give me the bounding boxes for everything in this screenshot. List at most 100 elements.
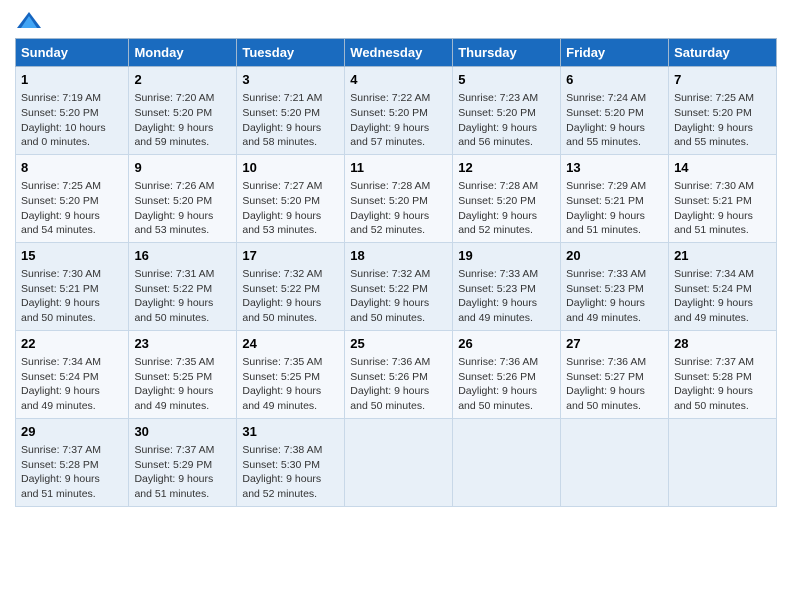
day-cell: 28 Sunrise: 7:37 AM Sunset: 5:28 PM Dayli… [669,330,777,418]
day-cell [453,418,561,506]
day-cell: 30 Sunrise: 7:37 AM Sunset: 5:29 PM Dayli… [129,418,237,506]
day-cell: 18 Sunrise: 7:32 AM Sunset: 5:22 PM Dayli… [345,242,453,330]
day-cell: 10 Sunrise: 7:27 AM Sunset: 5:20 PM Dayli… [237,154,345,242]
day-info: Sunrise: 7:26 AM Sunset: 5:20 PM Dayligh… [134,179,231,238]
day-cell: 7 Sunrise: 7:25 AM Sunset: 5:20 PM Daylig… [669,67,777,155]
day-cell: 20 Sunrise: 7:33 AM Sunset: 5:23 PM Dayli… [561,242,669,330]
header [15,10,777,32]
day-info: Sunrise: 7:25 AM Sunset: 5:20 PM Dayligh… [674,91,771,150]
day-cell: 27Sunrise: 7:36 AM Sunset: 5:27 PM Dayli… [561,330,669,418]
day-info: Sunrise: 7:38 AM Sunset: 5:30 PM Dayligh… [242,443,339,502]
day-number: 20 [566,247,663,265]
header-saturday: Saturday [669,39,777,67]
day-cell: 26 Sunrise: 7:36 AM Sunset: 5:26 PM Dayli… [453,330,561,418]
day-number: 7 [674,71,771,89]
day-cell: 13 Sunrise: 7:29 AM Sunset: 5:21 PM Dayli… [561,154,669,242]
day-number: 10 [242,159,339,177]
header-friday: Friday [561,39,669,67]
day-cell: 24 Sunrise: 7:35 AM Sunset: 5:25 PM Dayli… [237,330,345,418]
day-info: Sunrise: 7:33 AM Sunset: 5:23 PM Dayligh… [566,267,663,326]
day-number: 11 [350,159,447,177]
day-info: Sunrise: 7:36 AM Sunset: 5:26 PM Dayligh… [458,355,555,414]
day-cell [669,418,777,506]
day-cell: 14 Sunrise: 7:30 AM Sunset: 5:21 PM Dayli… [669,154,777,242]
week-row-5: 29Sunrise: 7:37 AM Sunset: 5:28 PM Dayli… [16,418,777,506]
logo [15,10,47,32]
day-number: 5 [458,71,555,89]
day-info: Sunrise: 7:28 AM Sunset: 5:20 PM Dayligh… [458,179,555,238]
day-info: Sunrise: 7:22 AM Sunset: 5:20 PM Dayligh… [350,91,447,150]
day-info: Sunrise: 7:37 AM Sunset: 5:29 PM Dayligh… [134,443,231,502]
header-thursday: Thursday [453,39,561,67]
day-info: Sunrise: 7:32 AM Sunset: 5:22 PM Dayligh… [242,267,339,326]
day-info: Sunrise: 7:32 AM Sunset: 5:22 PM Dayligh… [350,267,447,326]
day-cell: 6Sunrise: 7:24 AM Sunset: 5:20 PM Daylig… [561,67,669,155]
day-cell: 21Sunrise: 7:34 AM Sunset: 5:24 PM Dayli… [669,242,777,330]
day-number: 25 [350,335,447,353]
day-cell [561,418,669,506]
day-cell [345,418,453,506]
calendar-table: SundayMondayTuesdayWednesdayThursdayFrid… [15,38,777,507]
day-info: Sunrise: 7:19 AM Sunset: 5:20 PM Dayligh… [21,91,123,150]
day-info: Sunrise: 7:31 AM Sunset: 5:22 PM Dayligh… [134,267,231,326]
day-number: 8 [21,159,123,177]
day-number: 21 [674,247,771,265]
day-cell: 12 Sunrise: 7:28 AM Sunset: 5:20 PM Dayli… [453,154,561,242]
day-number: 22 [21,335,123,353]
day-cell: 15Sunrise: 7:30 AM Sunset: 5:21 PM Dayli… [16,242,129,330]
day-cell: 23 Sunrise: 7:35 AM Sunset: 5:25 PM Dayli… [129,330,237,418]
header-monday: Monday [129,39,237,67]
day-info: Sunrise: 7:30 AM Sunset: 5:21 PM Dayligh… [674,179,771,238]
day-cell: 31 Sunrise: 7:38 AM Sunset: 5:30 PM Dayli… [237,418,345,506]
day-cell: 3 Sunrise: 7:21 AM Sunset: 5:20 PM Daylig… [237,67,345,155]
day-number: 28 [674,335,771,353]
day-info: Sunrise: 7:24 AM Sunset: 5:20 PM Dayligh… [566,91,663,150]
day-info: Sunrise: 7:20 AM Sunset: 5:20 PM Dayligh… [134,91,231,150]
header-wednesday: Wednesday [345,39,453,67]
day-info: Sunrise: 7:35 AM Sunset: 5:25 PM Dayligh… [242,355,339,414]
day-info: Sunrise: 7:35 AM Sunset: 5:25 PM Dayligh… [134,355,231,414]
day-number: 1 [21,71,123,89]
day-number: 14 [674,159,771,177]
day-number: 30 [134,423,231,441]
day-info: Sunrise: 7:36 AM Sunset: 5:26 PM Dayligh… [350,355,447,414]
week-row-2: 8 Sunrise: 7:25 AM Sunset: 5:20 PM Daylig… [16,154,777,242]
day-number: 19 [458,247,555,265]
page-container: SundayMondayTuesdayWednesdayThursdayFrid… [0,0,792,517]
week-row-4: 22Sunrise: 7:34 AM Sunset: 5:24 PM Dayli… [16,330,777,418]
header-tuesday: Tuesday [237,39,345,67]
day-number: 17 [242,247,339,265]
day-cell: 11Sunrise: 7:28 AM Sunset: 5:20 PM Dayli… [345,154,453,242]
day-info: Sunrise: 7:27 AM Sunset: 5:20 PM Dayligh… [242,179,339,238]
day-number: 31 [242,423,339,441]
day-number: 18 [350,247,447,265]
day-cell: 4 Sunrise: 7:22 AM Sunset: 5:20 PM Daylig… [345,67,453,155]
day-number: 23 [134,335,231,353]
day-info: Sunrise: 7:37 AM Sunset: 5:28 PM Dayligh… [674,355,771,414]
day-number: 15 [21,247,123,265]
day-info: Sunrise: 7:21 AM Sunset: 5:20 PM Dayligh… [242,91,339,150]
day-info: Sunrise: 7:25 AM Sunset: 5:20 PM Dayligh… [21,179,123,238]
week-row-1: 1 Sunrise: 7:19 AM Sunset: 5:20 PM Daylig… [16,67,777,155]
day-info: Sunrise: 7:33 AM Sunset: 5:23 PM Dayligh… [458,267,555,326]
header-sunday: Sunday [16,39,129,67]
day-cell: 22Sunrise: 7:34 AM Sunset: 5:24 PM Dayli… [16,330,129,418]
day-info: Sunrise: 7:23 AM Sunset: 5:20 PM Dayligh… [458,91,555,150]
day-cell: 1 Sunrise: 7:19 AM Sunset: 5:20 PM Daylig… [16,67,129,155]
logo-icon [15,10,43,32]
day-cell: 29Sunrise: 7:37 AM Sunset: 5:28 PM Dayli… [16,418,129,506]
day-cell: 17 Sunrise: 7:32 AM Sunset: 5:22 PM Dayli… [237,242,345,330]
header-row: SundayMondayTuesdayWednesdayThursdayFrid… [16,39,777,67]
day-cell: 2Sunrise: 7:20 AM Sunset: 5:20 PM Daylig… [129,67,237,155]
day-cell: 25 Sunrise: 7:36 AM Sunset: 5:26 PM Dayli… [345,330,453,418]
day-info: Sunrise: 7:29 AM Sunset: 5:21 PM Dayligh… [566,179,663,238]
day-number: 26 [458,335,555,353]
day-number: 3 [242,71,339,89]
day-number: 4 [350,71,447,89]
day-cell: 8 Sunrise: 7:25 AM Sunset: 5:20 PM Daylig… [16,154,129,242]
day-number: 24 [242,335,339,353]
day-number: 13 [566,159,663,177]
day-number: 9 [134,159,231,177]
day-number: 12 [458,159,555,177]
day-cell: 16Sunrise: 7:31 AM Sunset: 5:22 PM Dayli… [129,242,237,330]
